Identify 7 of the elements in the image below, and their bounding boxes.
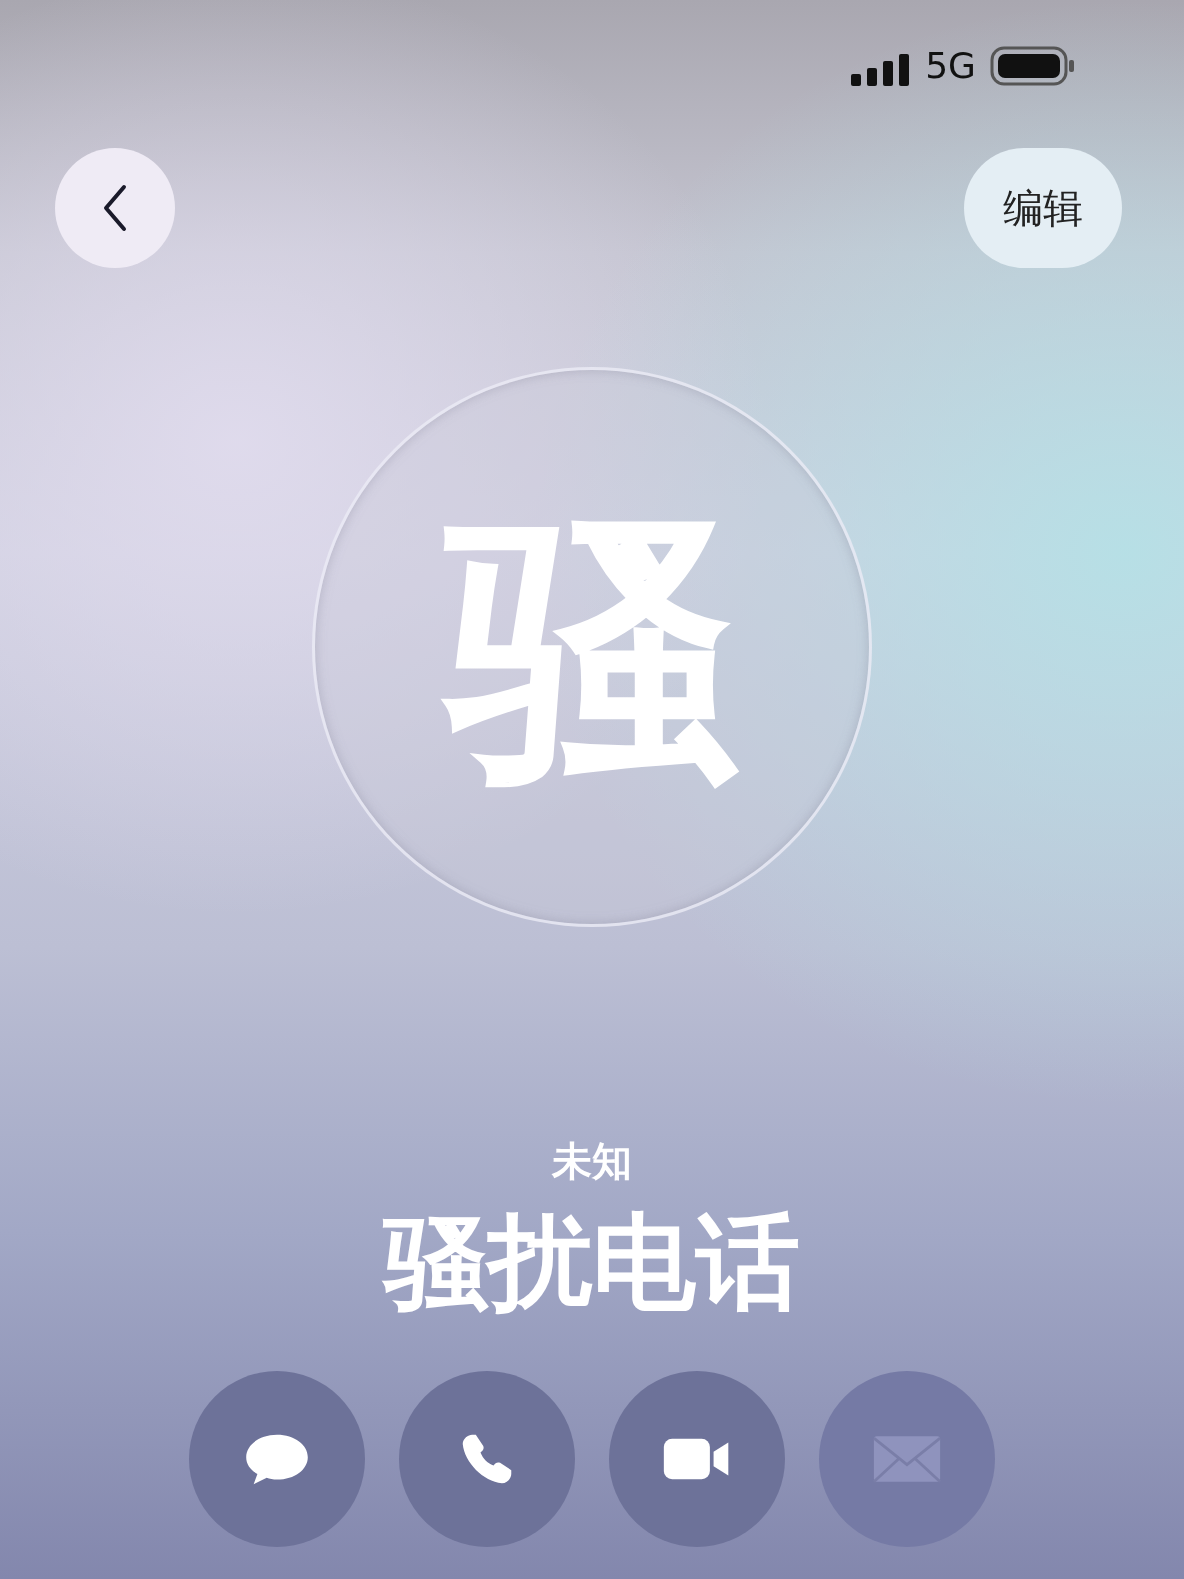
avatar: 骚: [312, 367, 872, 927]
contact-label: 未知: [550, 1137, 633, 1185]
signal-icon: [851, 54, 912, 86]
contact-name: 骚扰电话: [381, 1207, 801, 1317]
network-label: 5G: [925, 46, 976, 86]
edit-button[interactable]: 编辑: [964, 148, 1122, 268]
battery-icon: [990, 46, 1076, 86]
